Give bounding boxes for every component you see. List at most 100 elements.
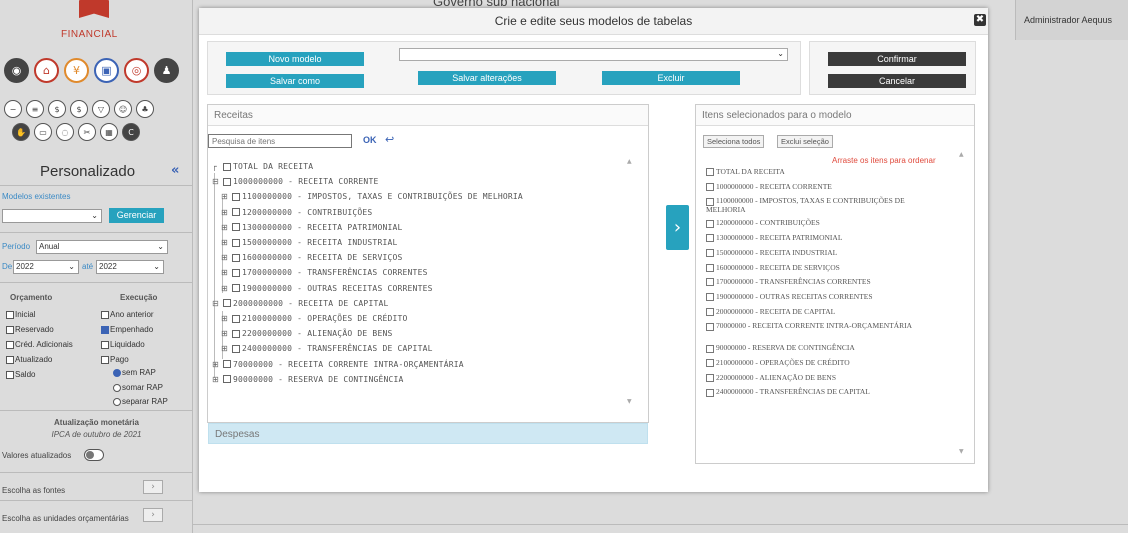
users-icon[interactable]: ♟ [154,58,179,83]
execucao-option[interactable]: Empenhado [101,325,153,334]
model-select[interactable]: ⌄ [399,48,788,61]
scroll-down-icon[interactable]: ▼ [959,448,964,455]
scroll-up-icon[interactable]: ▲ [959,151,964,158]
selected-item[interactable]: 1500000000 - RECEITA INDUSTRIAL [706,248,946,258]
execucao-option[interactable]: Pago [101,355,129,364]
checkbox[interactable] [232,208,240,217]
checkbox[interactable] [706,344,714,353]
tree-item[interactable]: ⊞ 1500000000 - RECEITA INDUSTRIAL [221,238,398,247]
tree-item[interactable]: ⊞ 1300000000 - RECEITA PATRIMONIAL [221,223,403,232]
tree-item[interactable]: ⊞ 2200000000 - ALIENAÇÃO DE BENS [221,329,393,338]
salvar-alteracoes-button[interactable]: Salvar alterações [418,71,556,85]
checkbox[interactable] [223,299,231,308]
globe-icon[interactable]: ◉ [4,58,29,83]
checkbox[interactable] [232,223,240,232]
checkbox[interactable] [706,359,714,368]
checkbox[interactable] [232,253,240,262]
tree-item[interactable]: ⊟ 2000000000 - RECEITA DE CAPITAL [212,299,389,308]
expand-icon[interactable]: ⊞ [221,329,230,338]
group-icon[interactable]: ♣ [136,100,154,118]
tree-item[interactable]: ⊞ 1600000000 - RECEITA DE SERVIÇOS [221,253,403,262]
selected-item[interactable]: 1600000000 - RECEITA DE SERVIÇOS [706,263,946,272]
checkbox[interactable] [232,238,240,247]
tree-item[interactable]: ⊞ 2100000000 - OPERAÇÕES DE CRÉDITO [221,314,408,323]
selected-item[interactable]: 1200000000 - CONTRIBUIÇÕES [706,219,946,228]
checkbox[interactable] [706,168,714,177]
hand-icon[interactable]: ✋ [12,123,30,141]
checkbox[interactable] [101,355,109,364]
user-menu[interactable]: Administrador Aequus [1015,0,1128,40]
tree-item[interactable]: ┌ TOTAL DA RECEITA [212,162,313,171]
expand-icon[interactable]: ⊞ [221,268,230,277]
checkbox[interactable] [6,325,14,334]
selected-item[interactable]: 70000000 - RECEITA CORRENTE INTRA-ORÇAME… [706,322,946,331]
ok-button[interactable]: OK [363,135,377,145]
search-input[interactable] [208,134,352,148]
seleciona-todos-button[interactable]: Seleciona todos [703,135,765,148]
checkbox[interactable] [706,388,714,397]
execucao-option[interactable]: Ano anterior [101,310,154,319]
coins-icon[interactable]: ◌ [56,123,74,141]
novo-modelo-button[interactable]: Novo modelo [226,52,364,66]
salvar-como-button[interactable]: Salvar como [226,74,364,88]
periodo-select[interactable]: Anual ⌄ [36,240,168,254]
checkbox[interactable] [706,278,714,287]
selected-item[interactable]: 2400000000 - TRANSFERÊNCIAS DE CAPITAL [706,388,946,397]
selected-item[interactable]: TOTAL DA RECEITA [706,168,946,177]
selected-item[interactable]: 2200000000 - ALIENAÇÃO DE BENS [706,373,946,382]
checkbox[interactable] [706,307,714,316]
confirmar-button[interactable]: Confirmar [828,52,966,66]
execucao-option[interactable]: Liquidado [101,340,145,349]
excluir-button[interactable]: Excluir [602,71,740,85]
unidades-button[interactable]: › [143,508,163,522]
selected-item[interactable]: 1000000000 - RECEITA CORRENTE [706,182,946,191]
undo-icon[interactable]: ↩ [385,133,394,146]
expand-icon[interactable]: ⊞ [221,238,230,247]
scissors-icon[interactable]: ✂ [78,123,96,141]
orcamento-option[interactable]: Atualizado [6,355,52,364]
collapse-icon[interactable]: ⊟ [212,299,221,308]
list-icon[interactable]: ≡ [26,100,44,118]
checkbox[interactable] [101,340,109,349]
checkbox[interactable] [706,263,714,272]
checkbox[interactable] [706,373,714,382]
orcamento-option[interactable]: Reservado [6,325,54,334]
checkbox[interactable] [232,314,240,323]
scroll-up-icon[interactable]: ▲ [627,158,632,165]
checkbox[interactable] [6,340,14,349]
tree-item[interactable]: ⊞ 1100000000 - IMPOSTOS, TAXAS E CONTRIBU… [221,192,523,201]
tree-item[interactable]: ⊞ 70000000 - RECEITA CORRENTE INTRA-ORÇAM… [212,360,464,369]
ate-select[interactable]: 2022 ⌄ [96,260,164,274]
despesas-header[interactable]: Despesas [208,423,648,444]
selected-item[interactable]: 2100000000 - OPERAÇÕES DE CRÉDITO [706,359,946,368]
eye-icon[interactable]: ◎ [124,58,149,83]
tree-item[interactable]: ⊞ 1700000000 - TRANSFERÊNCIAS CORRENTES [221,268,428,277]
checkbox[interactable] [232,192,240,201]
orcamento-option[interactable]: Créd. Adicionais [6,340,73,349]
selected-item[interactable]: 2000000000 - RECEITA DE CAPITAL [706,307,946,316]
calculator-icon[interactable]: ▦ [100,123,118,141]
checkbox[interactable] [101,310,109,319]
checkbox[interactable] [6,310,14,319]
checkbox-checked[interactable] [101,325,109,334]
expand-icon[interactable]: ⊞ [221,208,230,217]
expand-icon[interactable]: ⊞ [221,314,230,323]
selected-item[interactable]: 1900000000 - OUTRAS RECEITAS CORRENTES [706,292,946,302]
minus-icon[interactable]: − [4,100,22,118]
budget-icon[interactable]: ¥ [64,58,89,83]
fontes-button[interactable]: › [143,480,163,494]
gerenciar-button[interactable]: Gerenciar [109,208,164,223]
expand-icon[interactable]: ⊞ [221,284,230,293]
home-icon[interactable]: ⌂ [34,58,59,83]
expand-icon[interactable]: ⊞ [221,253,230,262]
checkbox[interactable] [232,284,240,293]
checkbox[interactable] [706,234,714,243]
checkbox[interactable] [706,293,714,302]
tree-item[interactable]: ⊞ 1200000000 - CONTRIBUIÇÕES [221,208,372,217]
money-down-icon[interactable]: $ [48,100,66,118]
checkbox[interactable] [6,355,14,364]
expand-icon[interactable]: ⊞ [221,344,230,353]
checkbox[interactable] [706,249,714,258]
tree-item[interactable]: ⊞ 1900000000 - OUTRAS RECEITAS CORRENTES [221,284,433,293]
expand-icon[interactable]: ⊞ [212,375,221,384]
